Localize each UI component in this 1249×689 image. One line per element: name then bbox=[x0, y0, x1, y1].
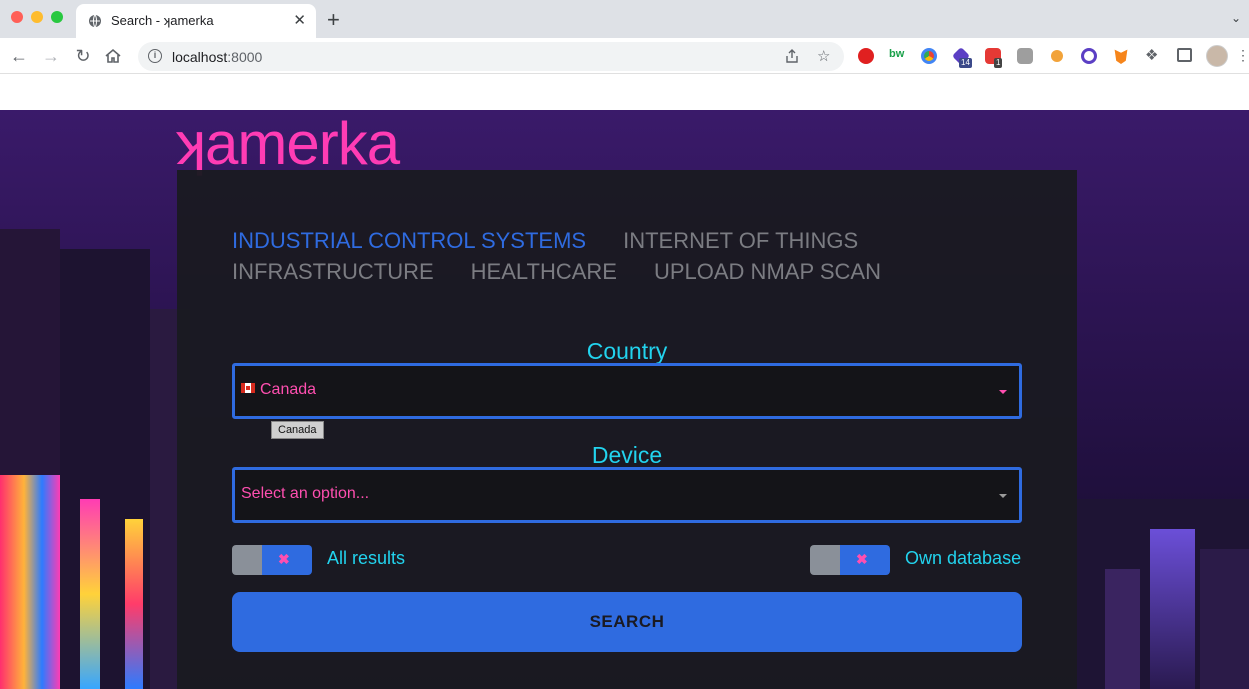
category-tabs-row-1: INDUSTRIAL CONTROL SYSTEMS INTERNET OF TH… bbox=[232, 228, 895, 254]
country-value: Canada bbox=[241, 381, 316, 399]
url-port: :8000 bbox=[227, 49, 263, 65]
more-menu-icon[interactable]: ⋮ bbox=[1236, 47, 1249, 63]
browser-toolbar: ← → ↻ i localhost:8000 ☆ bw 14 1 ❖ ⋮ bbox=[0, 38, 1249, 74]
tab-infrastructure[interactable]: INFRASTRUCTURE bbox=[232, 259, 434, 285]
page-top-strip bbox=[0, 74, 1249, 110]
share-icon[interactable] bbox=[785, 49, 799, 63]
tab-close-button[interactable]: ✕ bbox=[293, 11, 306, 31]
country-tooltip: Canada bbox=[271, 421, 324, 439]
new-tab-button[interactable]: + bbox=[327, 8, 340, 32]
back-arrow-icon[interactable]: ← bbox=[8, 45, 30, 67]
own-database-toggle[interactable]: ✖ bbox=[810, 545, 890, 575]
building-shape bbox=[1105, 569, 1140, 689]
close-x-icon: ✖ bbox=[856, 551, 868, 567]
puzzle-extensions-icon[interactable]: ❖ bbox=[1145, 46, 1161, 64]
address-bar[interactable]: i localhost:8000 ☆ bbox=[138, 42, 844, 71]
cookie-ext-icon[interactable] bbox=[1051, 50, 1063, 62]
chevron-down-icon[interactable] bbox=[999, 494, 1007, 498]
avatar[interactable] bbox=[1206, 45, 1228, 67]
close-window-button[interactable] bbox=[11, 11, 23, 23]
toggle-knob bbox=[810, 545, 840, 575]
robot-ext-icon[interactable] bbox=[1081, 48, 1097, 64]
own-database-label: Own database bbox=[905, 548, 1022, 568]
browser-tab[interactable]: Search - ʞamerka ✕ bbox=[76, 4, 316, 38]
neon-tower-shape bbox=[125, 519, 143, 689]
category-tabs-row-2: INFRASTRUCTURE HEALTHCARE UPLOAD NMAP SCAN bbox=[232, 259, 918, 285]
globe-icon bbox=[89, 14, 101, 28]
browser-tab-bar: Search - ʞamerka ✕ + ⌄ bbox=[0, 0, 1249, 38]
info-icon[interactable]: i bbox=[148, 49, 162, 63]
tab-search-chevron-icon[interactable]: ⌄ bbox=[1231, 11, 1241, 25]
device-select[interactable]: Select an option... bbox=[232, 467, 1022, 523]
maximize-window-button[interactable] bbox=[51, 11, 63, 23]
device-label: Device bbox=[591, 442, 663, 468]
metamask-icon[interactable] bbox=[1114, 49, 1128, 64]
kamerka-logo: ʞamerka bbox=[176, 110, 400, 177]
close-x-icon: ✖ bbox=[278, 551, 290, 567]
web-page: ʞamerka INDUSTRIAL CONTROL SYSTEMS INTERN… bbox=[0, 74, 1249, 689]
search-button[interactable]: SEARCH bbox=[232, 592, 1022, 652]
chevron-down-icon[interactable] bbox=[999, 390, 1007, 394]
adblock-icon[interactable] bbox=[858, 48, 874, 64]
device-placeholder: Select an option... bbox=[241, 485, 370, 502]
url-text: localhost:8000 bbox=[172, 49, 262, 65]
tab-title: Search - ʞamerka bbox=[111, 13, 214, 28]
neon-tower-shape bbox=[80, 499, 100, 689]
bookmark-star-icon[interactable]: ☆ bbox=[817, 47, 830, 65]
neon-sign-shape bbox=[0, 475, 60, 689]
tab-upload-nmap-scan[interactable]: UPLOAD NMAP SCAN bbox=[654, 259, 881, 285]
country-selected-text: Canada bbox=[260, 381, 317, 398]
home-icon[interactable] bbox=[104, 47, 122, 65]
url-host: localhost bbox=[172, 49, 228, 65]
country-select[interactable]: Canada bbox=[232, 363, 1022, 419]
chrome-ext-icon[interactable] bbox=[921, 48, 937, 64]
building-shape bbox=[1150, 529, 1195, 689]
toggle-knob bbox=[232, 545, 262, 575]
country-label: Country bbox=[586, 338, 668, 364]
reload-icon[interactable]: ↻ bbox=[72, 45, 94, 67]
tab-industrial-control-systems[interactable]: INDUSTRIAL CONTROL SYSTEMS bbox=[232, 228, 586, 254]
city-background: ʞamerka INDUSTRIAL CONTROL SYSTEMS INTERN… bbox=[0, 110, 1249, 689]
side-panel-icon[interactable] bbox=[1177, 48, 1192, 62]
canada-flag-icon bbox=[241, 383, 255, 393]
briefcase-ext-icon[interactable] bbox=[1017, 48, 1033, 64]
all-results-toggle[interactable]: ✖ bbox=[232, 545, 312, 575]
all-results-label: All results bbox=[327, 548, 406, 568]
bw-icon[interactable]: bw bbox=[889, 48, 907, 64]
tab-internet-of-things[interactable]: INTERNET OF THINGS bbox=[623, 228, 858, 254]
forward-arrow-icon[interactable]: → bbox=[40, 45, 62, 67]
search-card: INDUSTRIAL CONTROL SYSTEMS INTERNET OF TH… bbox=[177, 170, 1077, 689]
extension-badge: 1 bbox=[994, 58, 1003, 68]
extension-badge: 14 bbox=[959, 58, 972, 68]
minimize-window-button[interactable] bbox=[31, 11, 43, 23]
tab-healthcare[interactable]: HEALTHCARE bbox=[471, 259, 617, 285]
building-shape bbox=[1200, 549, 1249, 689]
